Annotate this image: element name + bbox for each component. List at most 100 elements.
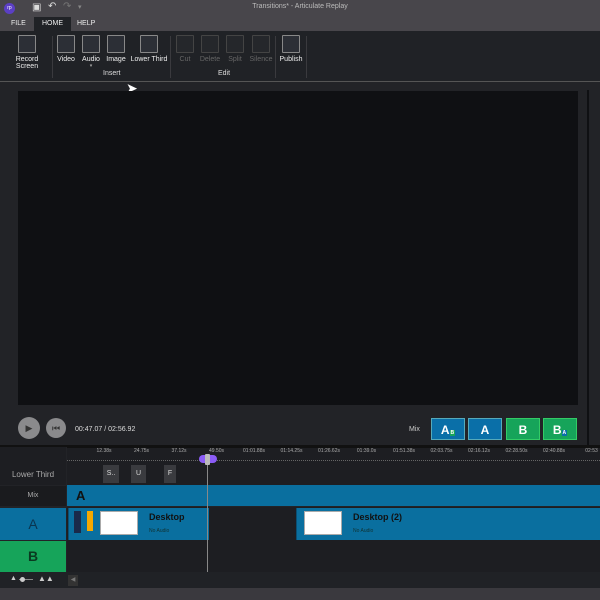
ruler-minor-ticks <box>67 460 600 461</box>
timeline-footer <box>0 572 600 588</box>
ruler-tick-label: 02:53 <box>585 448 598 454</box>
lower-third-track <box>67 465 600 485</box>
label: Audio <box>82 56 100 63</box>
divider <box>170 36 171 78</box>
publish-icon <box>282 35 300 53</box>
split-icon <box>226 35 244 53</box>
lower-third-clip[interactable]: S.. <box>103 465 119 483</box>
zoom-in-icon[interactable]: ▲▲ <box>38 574 54 583</box>
audio-icon <box>82 35 100 53</box>
audio-button[interactable]: Audio ▾ <box>78 35 104 69</box>
mix-a-with-b-button[interactable]: AB <box>431 418 465 440</box>
clip-title: Desktop (2) <box>353 512 403 522</box>
clip-subtitle: No Audio <box>149 528 170 534</box>
video-clip[interactable]: Desktop (2) No Audio <box>296 508 600 540</box>
silence-button[interactable]: Silence <box>248 35 274 63</box>
ruler-corner <box>0 447 66 465</box>
label: Publish <box>279 56 303 63</box>
lower-third-icon <box>140 35 158 53</box>
publish-button[interactable]: Publish <box>278 35 304 63</box>
skip-to-start-icon: ⏮ <box>51 423 61 433</box>
zoom-out-icon[interactable]: ▲ <box>10 575 17 582</box>
mix-b-button[interactable]: B <box>506 418 540 440</box>
record-screen-button[interactable]: Record Screen <box>4 35 50 70</box>
video-button[interactable]: Video <box>54 35 78 63</box>
edit-group-label: Edit <box>218 70 231 77</box>
ruler-tick-label: 24.75s <box>133 448 150 454</box>
playhead-line <box>207 460 208 572</box>
track-label-a[interactable]: A <box>0 508 66 540</box>
label: B <box>518 423 528 437</box>
ruler-tick-label: 02:16.12s <box>468 448 490 454</box>
clip-subtitle: No Audio <box>353 528 374 534</box>
ruler-tick-label: 02:40.88s <box>543 448 565 454</box>
divider <box>275 36 276 78</box>
rewind-button[interactable]: ⏮ <box>46 418 66 438</box>
transition-marker <box>74 511 81 533</box>
image-button[interactable]: Image <box>104 35 128 63</box>
split-button[interactable]: Split <box>224 35 246 63</box>
ruler-tick-label: 01:51.38s <box>393 448 415 454</box>
divider <box>306 36 307 78</box>
mix-a-button[interactable]: A <box>468 418 502 440</box>
zoom-slider-thumb[interactable] <box>20 577 25 582</box>
label: Silence <box>249 56 273 63</box>
delete-button[interactable]: Delete <box>197 35 223 63</box>
ruler-tick-label: 01:01.88s <box>243 448 265 454</box>
ruler-tick-label: 49.50s <box>208 448 225 454</box>
label: Record Screen <box>15 56 39 70</box>
ruler-tick-label: 01:14.25s <box>280 448 303 454</box>
track-label-b[interactable]: B <box>0 541 66 572</box>
label: A <box>440 423 450 437</box>
play-button[interactable]: ▶ <box>18 417 40 439</box>
mix-clip[interactable]: A <box>67 485 600 506</box>
ruler-tick-label: 01:39.0s <box>356 448 377 454</box>
label: A <box>480 423 490 437</box>
track-label-lower-third: Lower Third <box>0 465 66 485</box>
divider <box>52 36 53 78</box>
playhead-grip[interactable] <box>205 454 210 465</box>
tab-file[interactable]: FILE <box>3 17 34 31</box>
label: Delete <box>199 56 221 63</box>
status-bar <box>0 588 600 600</box>
insert-group-label: Insert <box>103 70 121 77</box>
marker-icon <box>87 511 93 531</box>
ruler-tick-label: 01:26.62s <box>318 448 340 454</box>
label: B <box>552 423 562 437</box>
time-readout: 00:47.07 / 02:56.92 <box>75 426 136 433</box>
clip-thumbnail <box>100 511 138 535</box>
clip-thumbnail <box>304 511 342 535</box>
tab-help[interactable]: HELP <box>69 17 103 31</box>
label: Video <box>57 56 75 63</box>
image-icon <box>107 35 125 53</box>
label: Split <box>228 56 242 63</box>
lower-third-button[interactable]: Lower Third <box>129 35 169 63</box>
play-icon: ▶ <box>25 423 33 433</box>
sub-label: A <box>561 430 568 436</box>
delete-icon <box>201 35 219 53</box>
ruler-tick-label: 12.38s <box>96 448 112 454</box>
tab-home[interactable]: HOME <box>34 17 71 31</box>
label: Cut <box>179 56 191 63</box>
ruler-tick-label: 02:03.75s <box>430 448 453 454</box>
track-b <box>67 540 600 572</box>
cut-button[interactable]: Cut <box>174 35 196 63</box>
mix-b-with-a-button[interactable]: BA <box>543 418 577 440</box>
lower-third-clip[interactable]: U <box>131 465 146 483</box>
video-clip[interactable]: Desktop No Audio <box>68 508 209 540</box>
cut-icon <box>176 35 194 53</box>
record-screen-icon <box>18 35 36 53</box>
label: Image <box>106 56 126 63</box>
scrollbar[interactable] <box>587 90 589 445</box>
scroll-left-button[interactable]: ◀ <box>68 575 78 586</box>
window-title: Transitions* - Articulate Replay <box>252 3 348 10</box>
clip-title: Desktop <box>149 512 185 522</box>
silence-icon <box>252 35 270 53</box>
lower-third-clip[interactable]: F <box>164 465 176 483</box>
sub-label: B <box>449 430 456 436</box>
video-icon <box>57 35 75 53</box>
label: Lower Third <box>130 56 168 63</box>
ruler-tick-label: 02:28.50s <box>505 448 528 454</box>
track-label-mix: Mix <box>0 486 66 506</box>
ruler-tick-label: 37.12s <box>171 448 187 454</box>
